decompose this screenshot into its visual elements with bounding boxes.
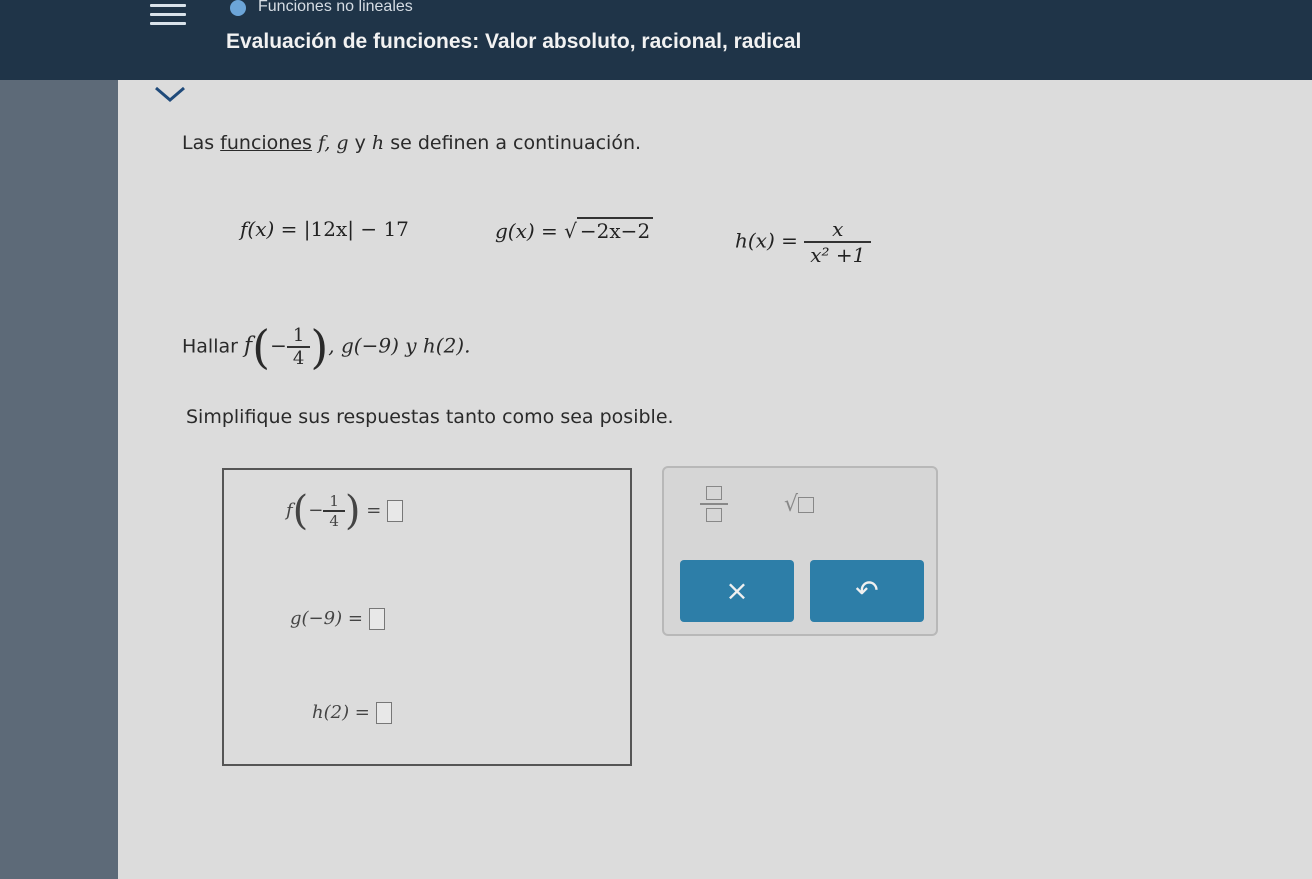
- find-f: f: [243, 333, 253, 359]
- topic-dot-icon: [230, 0, 246, 16]
- find-label: Hallar: [182, 335, 244, 358]
- answer-g-input[interactable]: [368, 608, 385, 630]
- breadcrumb[interactable]: Funciones no lineales: [258, 0, 413, 16]
- h-def-numerator: x: [804, 217, 872, 243]
- answer-box: f(− 1 4) = g(−9) = h(2) =: [222, 468, 632, 766]
- answer-f-label: f: [286, 500, 293, 521]
- clear-button[interactable]: ×: [680, 560, 794, 622]
- fraction-key-icon[interactable]: [700, 486, 728, 524]
- f-def-rhs: |12x| − 17: [303, 217, 409, 241]
- simplify-instruction: Simplifique sus respuestas tanto como se…: [186, 406, 674, 428]
- left-paren: (: [252, 320, 271, 374]
- answer-h-row: h(2) =: [312, 702, 392, 724]
- h-def-fraction: x x² +1: [804, 217, 872, 267]
- intro-h: h: [371, 132, 385, 154]
- left-frame: [0, 0, 118, 879]
- find-num: 1: [286, 325, 311, 348]
- top-header: Funciones no lineales Evaluación de func…: [0, 0, 1312, 80]
- f-def-lhs: f(x) =: [240, 217, 304, 241]
- find-instruction: Hallar f(− 1 4), g(−9) y h(2).: [182, 320, 471, 374]
- g-def-radicand: −2x−2: [576, 217, 654, 243]
- answer-f-input[interactable]: [387, 500, 404, 522]
- intro-funcs: f, g: [311, 132, 349, 154]
- g-def-lhs: g(x) =: [495, 219, 565, 243]
- sqrt-key-icon[interactable]: √: [784, 492, 815, 517]
- g-definition: g(x) = √ −2x−2: [495, 217, 654, 243]
- right-paren: ): [310, 320, 329, 374]
- functions-link[interactable]: funciones: [220, 132, 312, 154]
- answer-f-num: 1: [323, 492, 345, 512]
- answer-h-input[interactable]: [375, 702, 392, 724]
- answer-f-den: 4: [329, 512, 339, 530]
- intro-y: y: [348, 132, 372, 154]
- find-den: 4: [292, 348, 305, 369]
- answer-f-row: f(− 1 4) =: [286, 488, 404, 534]
- find-fraction: 14: [286, 325, 311, 369]
- h-def-lhs: h(x) =: [735, 228, 805, 253]
- function-definitions: f(x) = |12x| − 17 g(x) = √ −2x−2 h(x) = x…: [240, 205, 920, 275]
- answer-g-row: g(−9) =: [290, 608, 385, 630]
- menu-icon[interactable]: [150, 4, 186, 30]
- h-def-denominator: x² +1: [810, 243, 866, 267]
- answer-g-label: g(−9) =: [290, 608, 363, 629]
- find-rest: , g(−9) y h(2).: [328, 333, 471, 358]
- intro-suffix: se definen a continuación.: [384, 132, 642, 154]
- intro-prefix: Las: [182, 132, 221, 154]
- chevron-down-icon[interactable]: [150, 84, 190, 106]
- f-definition: f(x) = |12x| − 17: [240, 217, 409, 241]
- page-title: Evaluación de funciones: Valor absoluto,…: [226, 30, 802, 53]
- math-keypad: √ × ↶: [662, 466, 938, 636]
- h-definition: h(x) = x x² +1: [735, 217, 872, 267]
- undo-button[interactable]: ↶: [810, 560, 924, 622]
- answer-h-label: h(2) =: [312, 702, 370, 723]
- intro-text: Las funciones f, g y h se definen a cont…: [182, 132, 641, 154]
